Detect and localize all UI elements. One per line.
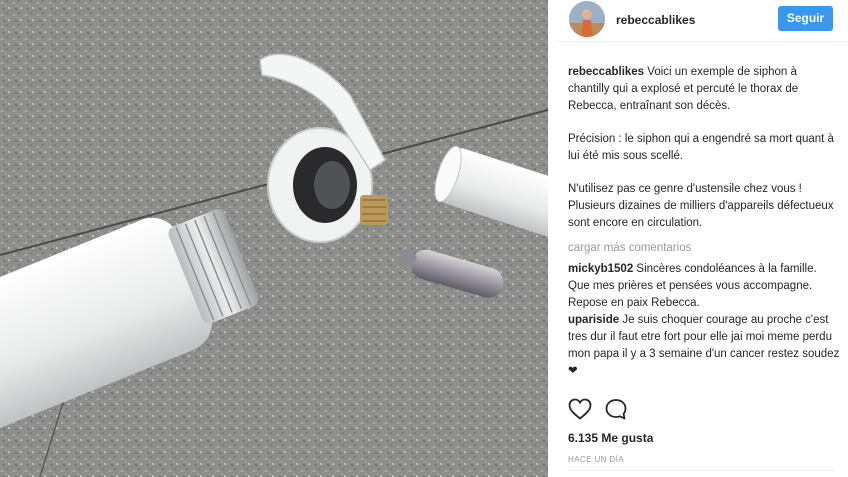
post-side-panel: rebeccablikes Seguir rebeccablikes Voici… [555,0,848,477]
follow-button[interactable]: Seguir [778,6,833,31]
caption-username[interactable]: rebeccablikes [568,66,644,78]
post-caption: rebeccablikes Voici un exemple de siphon… [568,64,840,232]
header-username[interactable]: rebeccablikes [616,13,695,27]
caption-paragraph: rebeccablikes Voici un exemple de siphon… [568,64,840,115]
post-timestamp: HACE UN DÍA [568,455,624,464]
post-photo[interactable] [0,0,548,477]
avatar-image [569,1,605,37]
heart-icon[interactable] [568,398,592,425]
comment-item: upariside Je suis choquer courage au pro… [568,312,840,380]
likes-count[interactable]: 6.135 Me gusta [568,431,653,445]
caption-text: Précision : le siphon qui a engendré sa … [568,133,834,162]
siphon-photo-image [0,0,548,477]
comment-username[interactable]: upariside [568,314,619,326]
post-header: rebeccablikes Seguir [555,0,848,42]
comment-icon[interactable] [604,398,628,425]
caption-text: N'utilisez pas ce genre d'ustensile chez… [568,183,834,229]
comment-username[interactable]: mickyb1502 [568,263,633,275]
avatar[interactable] [569,1,605,37]
comments-section: rebeccablikes Voici un exemple de siphon… [568,64,840,391]
comment-item: mickyb1502 Sincères condoléances à la fa… [568,261,840,312]
divider [568,470,835,471]
post-actions [568,398,628,424]
load-more-comments-link[interactable]: cargar más comentarios [568,240,840,257]
